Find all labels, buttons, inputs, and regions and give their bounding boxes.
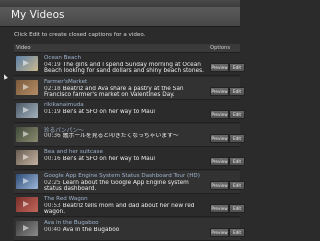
video-title[interactable]: Bea and her suitcase [44,149,103,155]
page-title: My Videos [11,9,65,21]
table-row: Farmer'sMarket 02:18 Beatriz and Ava share… [14,76,245,100]
column-options-header: Options [210,45,231,51]
table-row: rikikanaimuda 01:19 Bei's at SFO on her wa… [14,100,245,123]
video-thumbnail[interactable] [16,150,38,165]
panel-header: My Videos [0,7,240,27]
edit-button[interactable]: Edit [229,110,245,119]
table-row: Ocean Beach 04:19 The girls and I spend Su… [14,53,245,76]
video-thumbnail[interactable] [16,126,38,142]
video-description: 04:19 The girls and I spend Sunday mornin… [44,62,204,75]
preview-button[interactable]: Preview [210,110,229,119]
table-row: Google App Engine System Status Dashboar… [14,170,245,194]
table-row: The Red Wagon 00:53 Beatriz tells mom and … [14,194,245,217]
video-thumbnail[interactable] [16,220,38,236]
video-duration: 02:25 [44,179,61,186]
table-header: Video Options [14,44,240,53]
video-description: 00:16 Bei's at SFO on her way to Maui [44,156,204,162]
description-line-2: Francisco farmer's market on Valentines … [44,91,175,98]
preview-button[interactable]: Preview [210,227,229,237]
edit-button[interactable]: Edit [229,86,245,96]
video-duration: 00:40 [44,226,61,233]
video-duration: 00:36 [44,132,61,139]
description-line-1: Bei's at SFO on her way to Maui [62,109,156,115]
preview-button[interactable]: Preview [210,157,229,166]
video-title[interactable]: Ava in the Bugaboo [44,220,99,226]
video-description: 00:53 Beatriz tells mom and dad about her… [44,203,204,216]
description-line-1: The girls and I spend Sunday morning at … [62,62,201,68]
description-line-1: Bei's at SFO on her way to Maui [62,156,156,162]
video-duration: 00:53 [44,203,61,209]
video-title[interactable]: The Red Wagon [44,196,88,202]
edit-button[interactable]: Edit [229,180,245,190]
edit-button[interactable]: Edit [229,157,245,166]
description-line-1: Beatriz tells mom and dad about her new … [62,203,195,209]
table-row: 珍るパンパン～ 00:36 鑑ボールを見ると叩きたくなっちゃいます～ Preview E… [14,123,245,147]
video-title[interactable]: Google App Engine System Status Dashboar… [44,173,200,179]
edit-button[interactable]: Edit [229,133,245,143]
edit-button[interactable]: Edit [229,63,245,72]
video-thumbnail[interactable] [16,79,38,95]
video-title[interactable]: Ocean Beach [44,55,81,61]
video-title[interactable]: Farmer'sMarket [44,79,87,85]
video-description: 00:40 Ava in the Bugaboo [44,227,204,233]
mouse-cursor-icon [2,73,8,80]
description-line-1: Ava in the Bugaboo [62,226,120,233]
video-thumbnail[interactable] [16,103,38,118]
video-thumbnail[interactable] [16,173,38,189]
table-row: Bea and her suitcase 00:16 Bei's at SFO on… [14,147,245,170]
video-duration: 04:19 [44,62,61,68]
video-thumbnail[interactable] [16,197,38,212]
instructions-text: Click Edit to create closed captions for… [14,32,146,38]
video-title[interactable]: rikikanaimuda [44,102,84,108]
preview-button[interactable]: Preview [210,180,229,190]
video-description: 01:19 Bei's at SFO on her way to Maui [44,109,204,115]
video-description: 02:25 Learn about the Google App Engine s… [44,180,204,193]
video-description: 02:18 Beatriz and Ava share a pastry at t… [44,86,204,99]
description-line-2: status dashboard. [44,185,97,192]
video-duration: 02:18 [44,85,61,92]
edit-button[interactable]: Edit [229,227,245,237]
description-line-1: Beatriz and Ava share a pastry at the Sa… [62,85,184,92]
preview-button[interactable]: Preview [210,204,229,213]
video-description: 00:36 鑑ボールを見ると叩きたくなっちゃいます～ [44,133,204,139]
video-thumbnail[interactable] [16,56,38,71]
video-duration: 00:16 [44,156,61,162]
column-video-header: Video [16,45,31,51]
preview-button[interactable]: Preview [210,86,229,96]
table-row: Ava in the Bugaboo 00:40 Ava in the Bugabo… [14,217,245,241]
description-line-2: Beach looking for sand dollars and shiny… [44,68,204,75]
description-line-1: 鑑ボールを見ると叩きたくなっちゃいます～ [62,132,179,139]
edit-button[interactable]: Edit [229,204,245,213]
window-top-strip [0,0,240,7]
description-line-1: Learn about the Google App Engine system [62,179,189,186]
preview-button[interactable]: Preview [210,133,229,143]
description-line-2: wagon. [44,209,66,216]
video-duration: 01:19 [44,109,61,115]
preview-button[interactable]: Preview [210,63,229,72]
